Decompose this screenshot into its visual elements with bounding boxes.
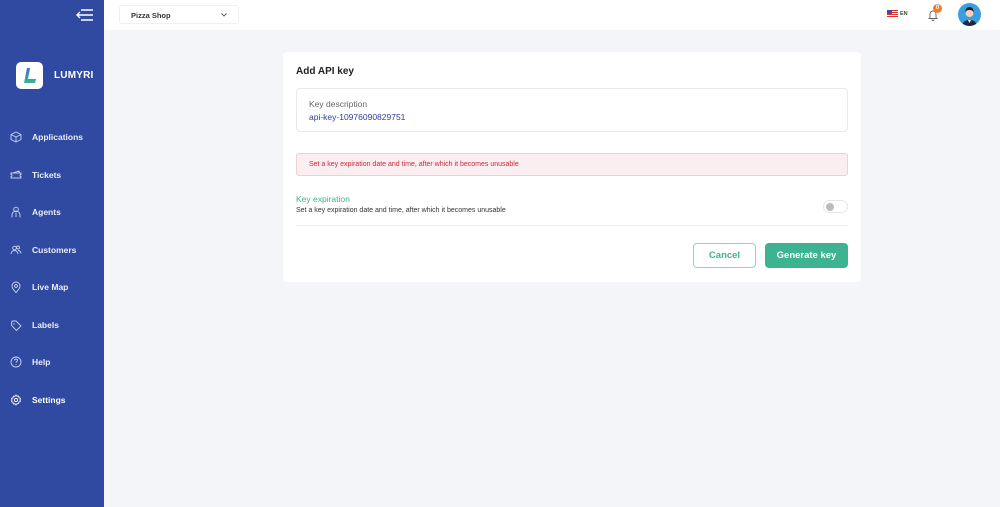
brand-name: LUMYRI bbox=[54, 70, 94, 81]
sidebar-item-labels[interactable]: Labels bbox=[0, 313, 104, 337]
agent-icon bbox=[11, 206, 21, 218]
page-title: Add API key bbox=[296, 66, 354, 77]
logo-icon bbox=[24, 68, 36, 83]
key-expiration-title: Key expiration bbox=[296, 194, 350, 204]
help-icon bbox=[10, 356, 22, 368]
sidebar-item-customers[interactable]: Customers bbox=[0, 238, 104, 262]
expiration-alert: Set a key expiration date and time, afte… bbox=[296, 153, 848, 176]
sidebar-item-label: Help bbox=[32, 357, 51, 367]
sidebar-item-applications[interactable]: Applications bbox=[0, 125, 104, 149]
menu-collapse-icon[interactable] bbox=[76, 9, 94, 21]
sidebar-item-help[interactable]: Help bbox=[0, 350, 104, 374]
sidebar-item-label: Tickets bbox=[32, 170, 62, 180]
sidebar: LUMYRI Applications Tickets Agents Custo… bbox=[0, 0, 104, 507]
gear-icon bbox=[10, 394, 22, 406]
sidebar-item-label: Agents bbox=[32, 207, 61, 217]
add-api-key-card: Add API key Key description api-key-1097… bbox=[283, 52, 861, 282]
chevron-down-icon bbox=[221, 13, 227, 17]
sidebar-item-label: Live Map bbox=[32, 282, 69, 292]
sidebar-item-label: Applications bbox=[32, 132, 84, 142]
ticket-icon bbox=[10, 170, 22, 179]
language-code: EN bbox=[900, 10, 908, 17]
sidebar-item-label: Labels bbox=[32, 320, 59, 330]
users-icon bbox=[10, 245, 22, 255]
key-expiration-toggle[interactable] bbox=[823, 200, 848, 213]
sidebar-item-tickets[interactable]: Tickets bbox=[0, 163, 104, 187]
tag-icon bbox=[11, 320, 22, 331]
alert-text: Set a key expiration date and time, afte… bbox=[309, 161, 519, 168]
box-icon bbox=[10, 131, 22, 143]
shop-select-value: Pizza Shop bbox=[131, 11, 171, 20]
avatar[interactable] bbox=[958, 3, 981, 26]
divider bbox=[296, 225, 848, 226]
us-flag-icon bbox=[887, 10, 898, 17]
shop-select[interactable]: Pizza Shop bbox=[119, 5, 239, 24]
logo bbox=[16, 62, 43, 89]
sidebar-item-label: Settings bbox=[32, 395, 66, 405]
notification-badge: 0 bbox=[933, 4, 942, 13]
key-expiration-description: Set a key expiration date and time, afte… bbox=[296, 207, 506, 214]
key-description-value[interactable]: api-key-10976090829751 bbox=[309, 112, 405, 122]
topbar: Pizza Shop EN 0 bbox=[104, 0, 1000, 30]
language-selector[interactable]: EN bbox=[887, 10, 908, 17]
sidebar-item-agents[interactable]: Agents bbox=[0, 200, 104, 224]
key-description-field[interactable]: Key description api-key-10976090829751 bbox=[296, 88, 848, 132]
cancel-button[interactable]: Cancel bbox=[693, 243, 756, 268]
user-avatar-icon bbox=[962, 7, 977, 26]
sidebar-item-label: Customers bbox=[32, 245, 77, 255]
key-description-label: Key description bbox=[309, 99, 368, 109]
sidebar-item-live-map[interactable]: Live Map bbox=[0, 275, 104, 299]
sidebar-item-settings[interactable]: Settings bbox=[0, 388, 104, 412]
generate-key-button[interactable]: Generate key bbox=[765, 243, 848, 268]
map-pin-icon bbox=[11, 281, 21, 293]
toggle-knob bbox=[826, 203, 834, 211]
